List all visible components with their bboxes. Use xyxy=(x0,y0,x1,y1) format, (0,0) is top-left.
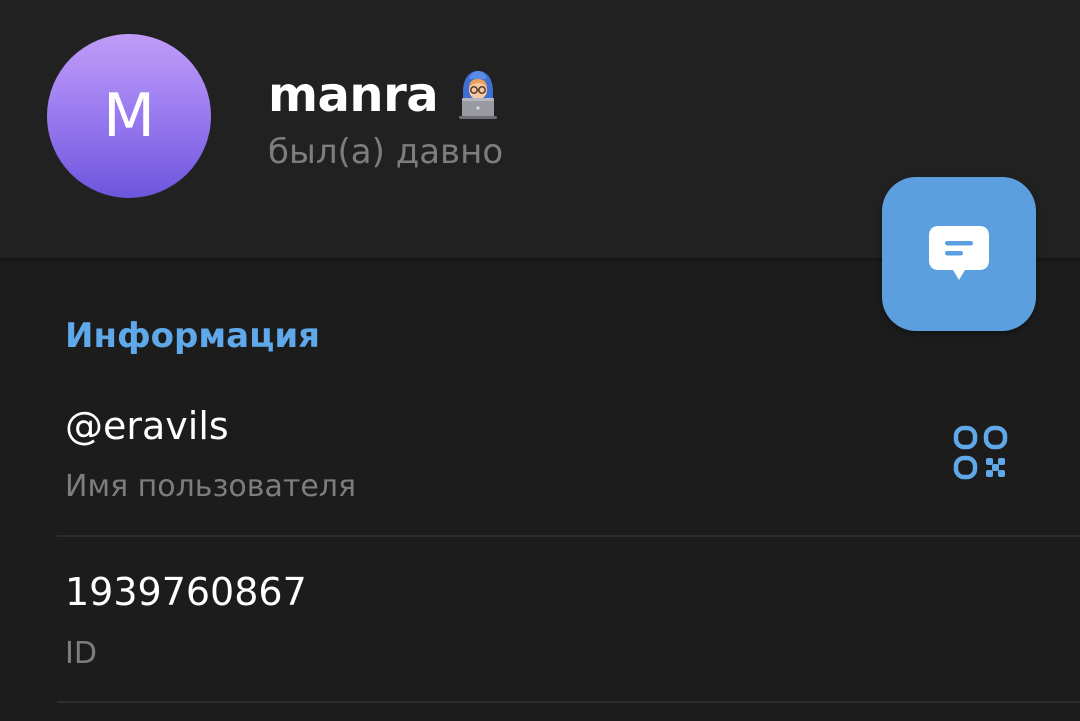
row-divider xyxy=(57,535,1080,537)
username-value[interactable]: @eravils xyxy=(65,402,229,450)
send-message-button[interactable] xyxy=(882,177,1036,331)
message-bubble-icon xyxy=(929,226,989,280)
avatar-initial: M xyxy=(103,81,155,151)
qr-code-icon[interactable] xyxy=(950,422,1012,484)
hacker-laptop-emoji-icon xyxy=(459,71,497,119)
info-section-title: Информация xyxy=(65,316,320,356)
row-divider xyxy=(57,701,1080,703)
username-label: Имя пользователя xyxy=(65,469,357,504)
last-seen-status: был(а) давно xyxy=(268,132,504,172)
user-id-label: ID xyxy=(65,636,97,671)
profile-page: M manra был(а) давно Информация @eravils… xyxy=(0,0,1080,721)
user-id-value[interactable]: 1939760867 xyxy=(65,568,307,616)
profile-name: manra xyxy=(268,67,439,123)
avatar[interactable]: M xyxy=(47,34,211,198)
